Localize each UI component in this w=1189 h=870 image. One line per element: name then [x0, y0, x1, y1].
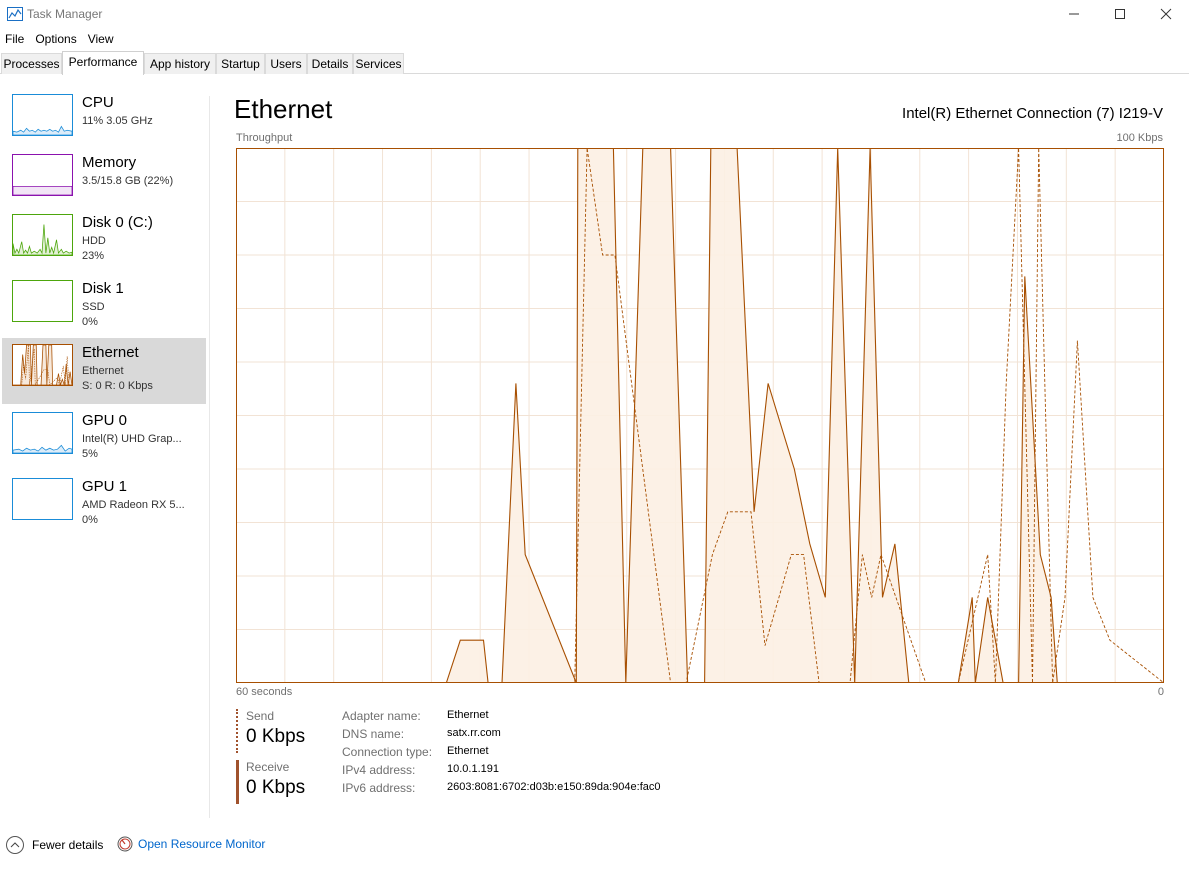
resource-monitor-icon	[117, 836, 133, 852]
resource-sidebar: CPU 11% 3.05 GHz Memory 3.5/15.8 GB (22%…	[0, 74, 210, 824]
sidebar-divider	[209, 96, 210, 818]
maximize-icon	[1115, 9, 1125, 19]
property-value: 2603:8081:6702:d03b:e150:89da:904e:fac0	[447, 781, 661, 793]
sidebar-item-name: Disk 0 (C:)	[82, 214, 153, 231]
tab-performance[interactable]: Performance	[62, 51, 144, 75]
property-key: DNS name:	[342, 727, 405, 741]
sidebar-item-memory[interactable]: Memory 3.5/15.8 GB (22%)	[2, 148, 206, 214]
property-value: Ethernet	[447, 745, 489, 757]
sidebar-item-detail: HDD	[82, 235, 106, 247]
property-value: 10.0.1.191	[447, 763, 499, 775]
gpu-1-thumbnail	[12, 478, 73, 520]
disk-0-thumbnail	[12, 214, 73, 256]
menu-view[interactable]: View	[83, 30, 120, 48]
sidebar-item-detail: Ethernet	[82, 365, 124, 377]
throughput-graph	[236, 148, 1164, 683]
receive-stat: Receive 0 Kbps	[236, 760, 326, 804]
send-label: Send	[246, 709, 275, 723]
minimize-button[interactable]	[1051, 0, 1097, 28]
chevron-up-icon	[6, 836, 24, 854]
title-bar: Task Manager	[0, 0, 1189, 28]
sidebar-item-value: 0%	[82, 514, 98, 526]
graph-time-end: 0	[1157, 686, 1164, 698]
resource-monitor-label: Open Resource Monitor	[138, 837, 266, 851]
sidebar-item-gpu-1[interactable]: GPU 1 AMD Radeon RX 5... 0%	[2, 472, 206, 538]
send-stat: Send 0 Kbps	[236, 709, 326, 753]
sidebar-item-name: Disk 1	[82, 280, 124, 297]
tab-startup[interactable]: Startup	[216, 53, 265, 74]
cpu-thumbnail	[12, 94, 73, 136]
sidebar-item-cpu[interactable]: CPU 11% 3.05 GHz	[2, 88, 206, 154]
sidebar-item-detail: Intel(R) UHD Grap...	[82, 433, 182, 445]
receive-label: Receive	[246, 760, 290, 774]
minimize-icon	[1069, 13, 1079, 15]
tab-strip: Processes Performance App history Startu…	[0, 51, 1189, 75]
tab-services[interactable]: Services	[353, 53, 404, 74]
sidebar-item-value: S: 0 R: 0 Kbps	[82, 380, 153, 392]
fewer-details-button[interactable]: Fewer details	[6, 836, 103, 854]
close-icon	[1160, 8, 1172, 20]
fewer-details-label: Fewer details	[32, 838, 104, 852]
property-value: Ethernet	[447, 709, 489, 721]
graph-label: Throughput	[236, 132, 293, 144]
throughput-chart	[236, 148, 1164, 683]
sidebar-item-value: 0%	[82, 316, 98, 328]
open-resource-monitor-link[interactable]: Open Resource Monitor	[117, 836, 265, 852]
memory-thumbnail	[12, 154, 73, 196]
page-title: Ethernet	[234, 94, 333, 124]
gpu-0-thumbnail	[12, 412, 73, 454]
sidebar-item-name: Ethernet	[82, 344, 139, 361]
tab-details[interactable]: Details	[307, 53, 353, 74]
sidebar-item-value: 5%	[82, 448, 98, 460]
property-key: IPv4 address:	[342, 763, 416, 777]
tab-app-history[interactable]: App history	[144, 53, 216, 74]
sidebar-item-disk-0[interactable]: Disk 0 (C:) HDD 23%	[2, 208, 206, 274]
property-key: Adapter name:	[342, 709, 421, 723]
menu-file[interactable]: File	[0, 30, 30, 48]
sidebar-item-name: GPU 1	[82, 478, 128, 495]
maximize-button[interactable]	[1097, 0, 1143, 28]
sidebar-item-value: 23%	[82, 250, 105, 262]
tab-processes[interactable]: Processes	[1, 53, 62, 74]
window-title: Task Manager	[27, 7, 103, 21]
footer-divider	[0, 826, 1189, 827]
sidebar-item-ethernet[interactable]: Ethernet Ethernet S: 0 R: 0 Kbps	[2, 338, 206, 404]
graph-time-start: 60 seconds	[236, 686, 293, 698]
property-key: IPv6 address:	[342, 781, 416, 795]
sidebar-item-name: GPU 0	[82, 412, 128, 429]
property-value: satx.rr.com	[447, 727, 501, 739]
sidebar-item-detail: 3.5/15.8 GB (22%)	[82, 175, 174, 187]
property-key: Connection type:	[342, 745, 433, 759]
sidebar-item-name: Memory	[82, 154, 137, 171]
menu-options[interactable]: Options	[30, 30, 82, 48]
adapter-description: Intel(R) Ethernet Connection (7) I219-V	[902, 105, 1163, 122]
sidebar-item-gpu-0[interactable]: GPU 0 Intel(R) UHD Grap... 5%	[2, 406, 206, 472]
graph-max-label: 100 Kbps	[1116, 132, 1163, 144]
close-button[interactable]	[1143, 0, 1189, 28]
sidebar-item-disk-1[interactable]: Disk 1 SSD 0%	[2, 274, 206, 340]
receive-value: 0 Kbps	[246, 777, 306, 798]
menu-bar: File Options View	[0, 30, 120, 48]
send-value: 0 Kbps	[246, 726, 306, 747]
tab-users[interactable]: Users	[265, 53, 307, 74]
sidebar-item-detail: SSD	[82, 301, 105, 313]
ethernet-thumbnail	[12, 344, 73, 386]
disk-1-thumbnail	[12, 280, 73, 322]
task-manager-icon	[7, 7, 23, 21]
sidebar-item-detail: 11% 3.05 GHz	[82, 115, 153, 127]
sidebar-item-detail: AMD Radeon RX 5...	[82, 499, 185, 511]
sidebar-item-name: CPU	[82, 94, 114, 111]
